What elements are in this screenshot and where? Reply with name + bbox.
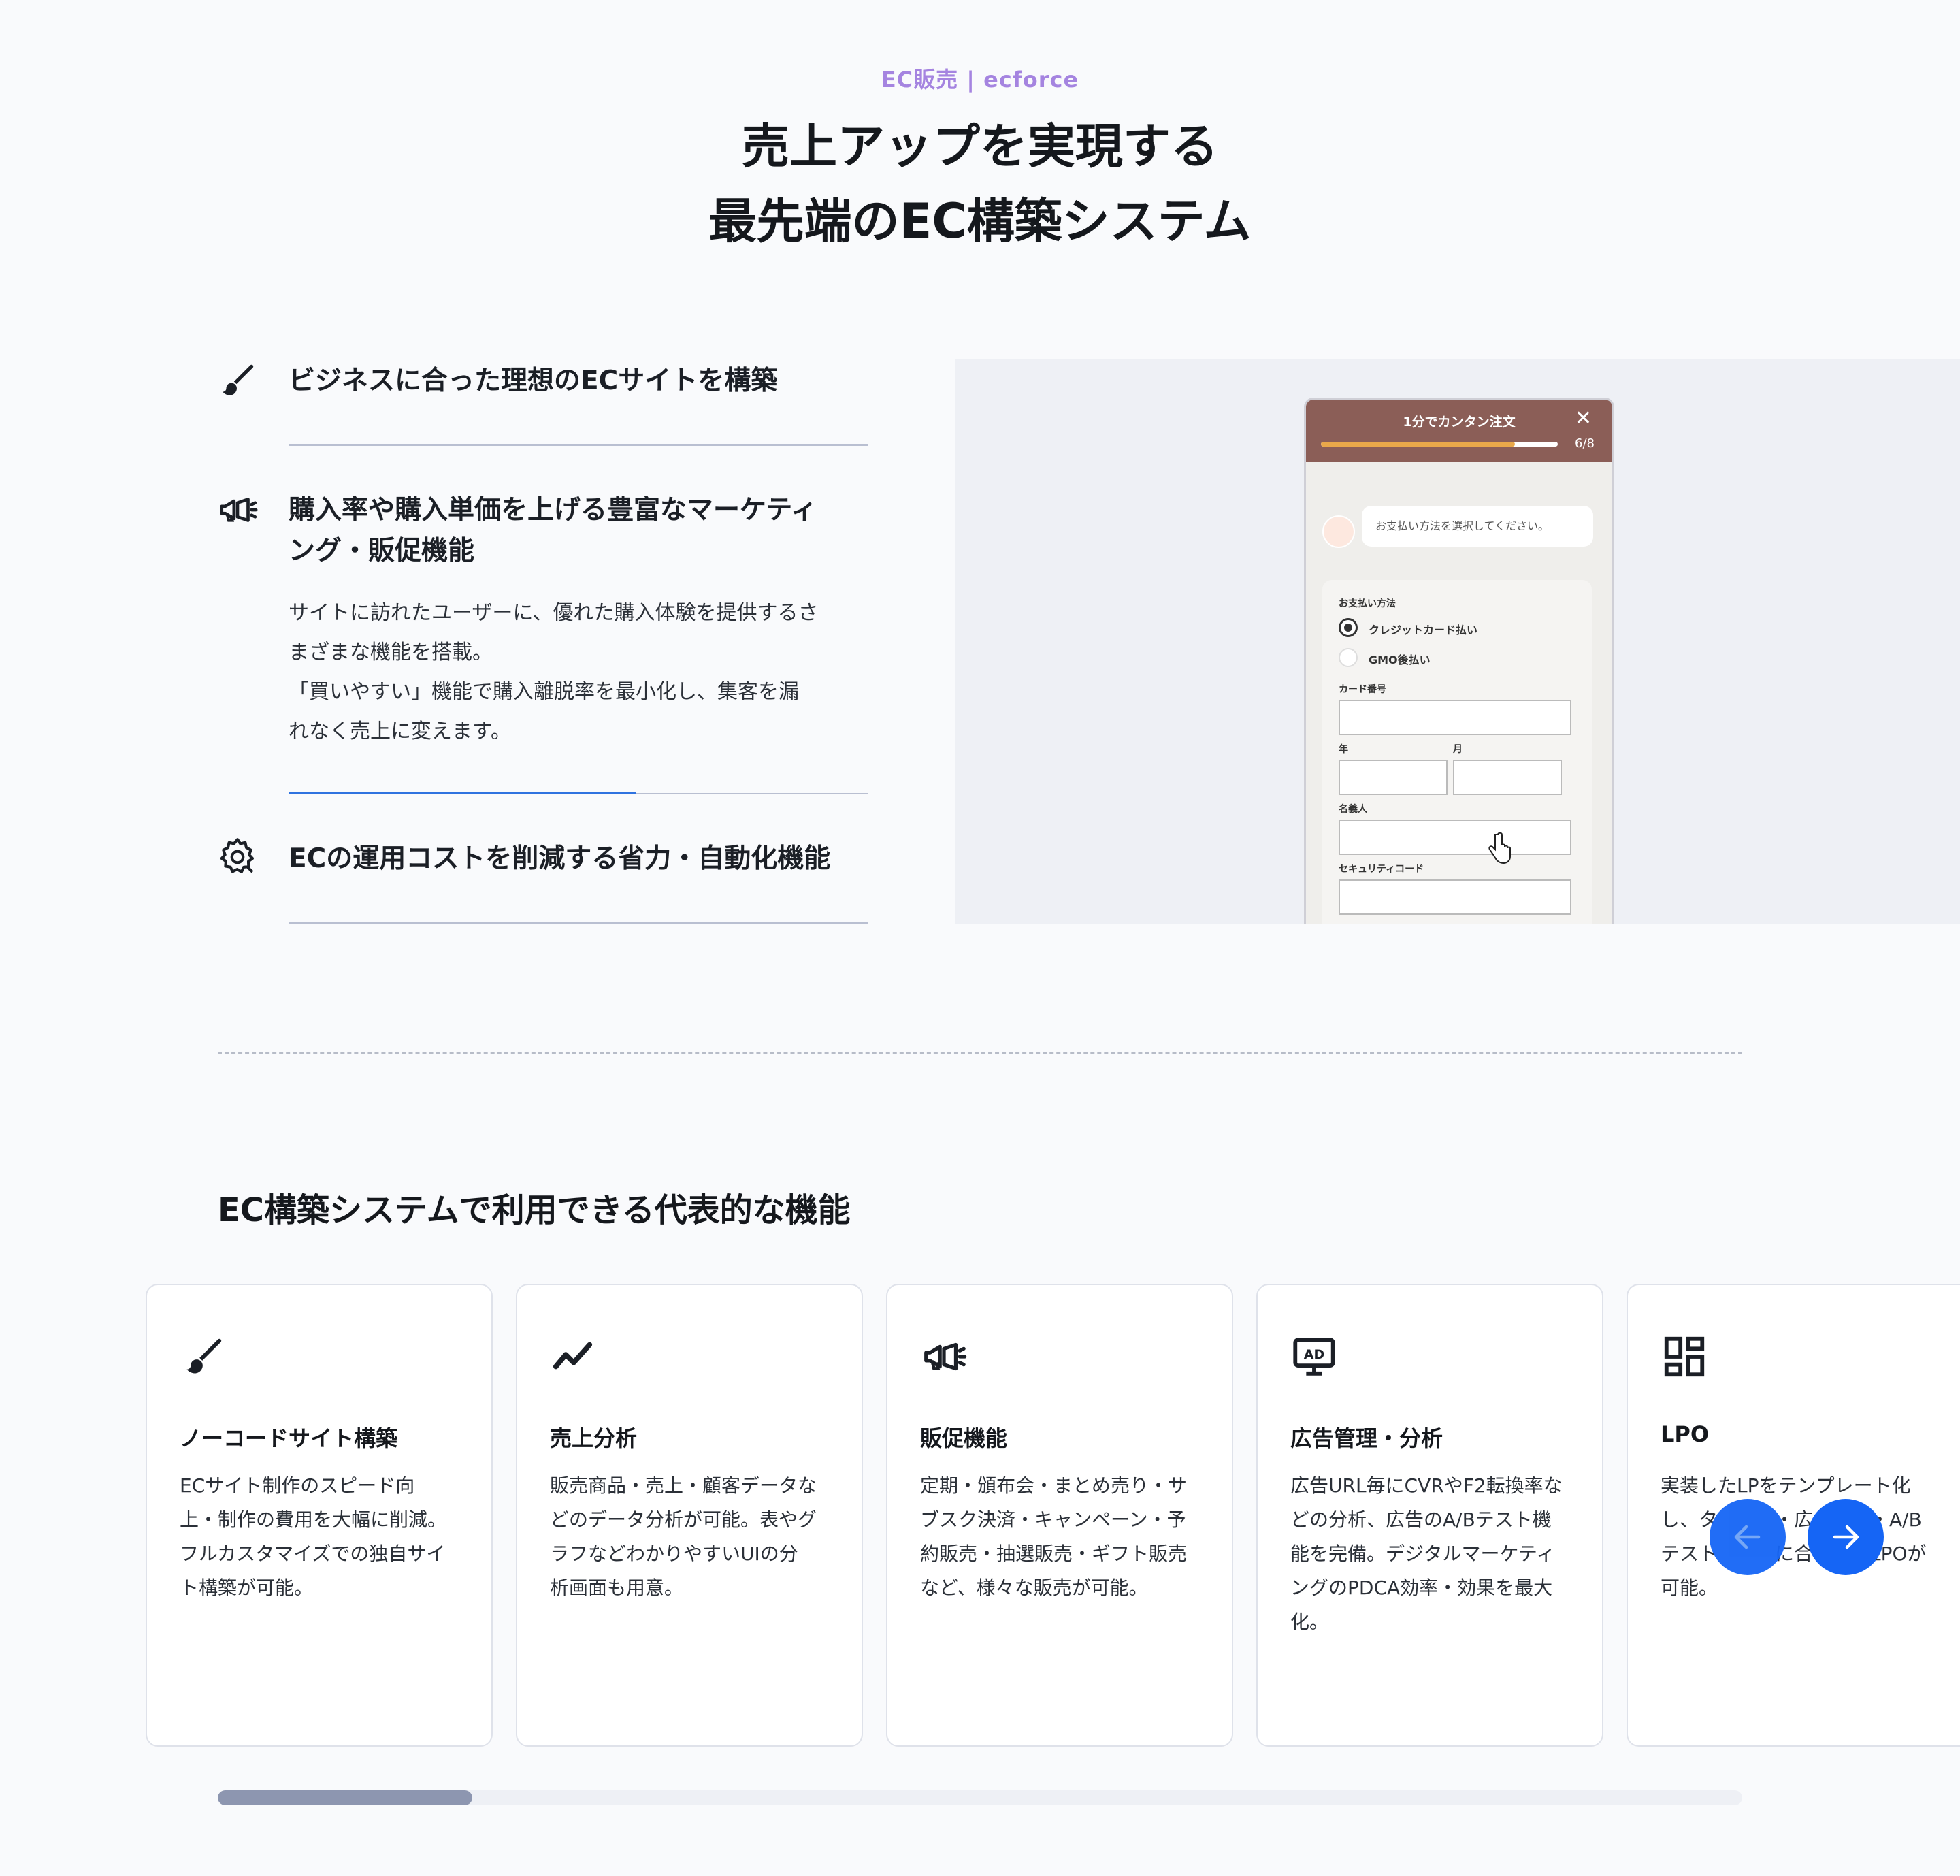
- card-description: 広告URL毎にCVRやF2転換率な どの分析、広告のA/Bテスト機 能を完備。デ…: [1290, 1469, 1576, 1639]
- svg-text:AD: AD: [1304, 1347, 1324, 1362]
- card-desc-line: テスト に合 LPOが: [1661, 1542, 1927, 1565]
- card-desc-line: 広告URL毎にCVRやF2転換率な: [1290, 1474, 1563, 1497]
- card-title: 販促機能: [920, 1425, 1008, 1451]
- carousel-prev-button[interactable]: [1710, 1499, 1786, 1575]
- card-desc-line: ラフなどわかりやすいUIの分: [550, 1542, 798, 1565]
- year-input[interactable]: [1339, 760, 1448, 795]
- card-desc-line: 化。: [1290, 1611, 1329, 1633]
- close-icon[interactable]: ✕: [1575, 406, 1592, 430]
- card-desc-line: 上・制作の費用を大幅に削減。: [180, 1508, 447, 1531]
- trend-chart-icon: [550, 1333, 598, 1380]
- arrow-left-icon: [1734, 1525, 1761, 1549]
- card-desc-line: 能を完備。デジタルマーケティ: [1290, 1542, 1556, 1565]
- layout-grid-icon: [1661, 1333, 1708, 1380]
- month-label: 月: [1453, 744, 1463, 755]
- card-desc-line: ブスク決済・キャンペーン・予: [920, 1508, 1186, 1531]
- accordion-item-ec-site[interactable]: ビジネスに合った理想のECサイトを構築: [289, 361, 777, 402]
- accordion-progress-bar: [289, 792, 636, 794]
- phone-mockup: 1分でカンタン注文 ✕ 6/8 お支払い方法を選択してください。 お支払い方法 …: [1304, 398, 1614, 924]
- form-header-title: 1分でカンタン注文: [1403, 415, 1516, 430]
- name-label: 名義人: [1339, 804, 1367, 815]
- card-desc-line: 販売商品・売上・顧客データな: [550, 1474, 817, 1497]
- page-title-line1: 売上アップを実現する: [742, 118, 1218, 174]
- paintbrush-icon: [216, 359, 259, 402]
- section-title: EC構築システムで利用できる代表的な機能: [218, 1191, 851, 1229]
- card-description: ECサイト制作のスピード向 上・制作の費用を大幅に削減。 フルカスタマイズでの独…: [180, 1469, 466, 1605]
- card-title: ノーコードサイト構築: [180, 1425, 398, 1451]
- megaphone-icon: [216, 489, 259, 531]
- accordion-body: サイトに訪れたユーザーに、優れた購入体験を提供するさ まざまな機能を搭載。 「買…: [289, 594, 874, 751]
- radio-gmo[interactable]: [1339, 648, 1358, 667]
- card-desc-line: 析画面も用意。: [550, 1576, 684, 1599]
- accordion-title-line1: 購入率や購入単価を上げる豊富なマーケティ: [289, 495, 817, 525]
- page-title: 売上アップを実現する 最先端のEC構築システム: [0, 109, 1960, 259]
- card-desc-line: 実装したLPをテンプレート化: [1661, 1474, 1911, 1497]
- section-separator: [218, 1052, 1742, 1054]
- card-desc-line: フルカスタマイズでの独自サイ: [180, 1542, 446, 1565]
- card-desc-line: ト構築が可能。: [180, 1576, 314, 1599]
- ad-monitor-icon: AD: [1290, 1333, 1338, 1380]
- accordion-body-line2: まざまな機能を搭載。: [289, 641, 493, 664]
- radio-credit-card[interactable]: [1339, 618, 1358, 637]
- section-eyebrow: EC販売 | ecforce: [881, 67, 1079, 93]
- accordion-body-line4: れなく売上に変えます。: [289, 719, 511, 743]
- month-input[interactable]: [1453, 760, 1562, 795]
- paintbrush-icon: [180, 1333, 227, 1380]
- feature-card-ad-management[interactable]: AD 広告管理・分析 広告URL毎にCVRやF2転換率な どの分析、広告のA/B…: [1256, 1284, 1603, 1747]
- card-desc-line: 定期・頒布会・まとめ売り・サ: [920, 1474, 1188, 1497]
- card-number-input[interactable]: [1339, 700, 1571, 735]
- name-input[interactable]: [1339, 820, 1571, 855]
- form-progress-track: [1321, 442, 1558, 447]
- carousel-scrollbar-thumb[interactable]: [218, 1790, 472, 1805]
- card-desc-line: など、様々な販売が可能。: [920, 1576, 1148, 1599]
- card-desc-line: 約販売・抽選販売・ギフト販売: [920, 1542, 1188, 1565]
- option-credit-card-label: クレジットカード払い: [1369, 624, 1478, 636]
- chat-bubble: お支払い方法を選択してください。: [1362, 506, 1593, 547]
- accordion-divider: [289, 922, 868, 924]
- security-code-label: セキュリティコード: [1339, 864, 1424, 875]
- card-desc-line: ECサイト制作のスピード向: [180, 1474, 415, 1497]
- payment-method-label: お支払い方法: [1339, 598, 1396, 609]
- card-title: LPO: [1661, 1421, 1710, 1447]
- card-desc-line: し、タ ・広 ・A/B: [1661, 1508, 1922, 1531]
- accordion-item-marketing[interactable]: 購入率や購入単価を上げる豊富なマーケティ ング・販促機能: [289, 490, 817, 572]
- accordion-divider: [289, 444, 868, 446]
- feature-card-sales-analysis[interactable]: 売上分析 販売商品・売上・顧客データな どのデータ分析が可能。表やグ ラフなどわ…: [516, 1284, 863, 1747]
- card-desc-line: ングのPDCA効率・効果を最大: [1290, 1576, 1553, 1599]
- carousel-next-button[interactable]: [1808, 1499, 1884, 1575]
- card-description: 販売商品・売上・顧客データな どのデータ分析が可能。表やグ ラフなどわかりやすい…: [550, 1469, 836, 1605]
- feature-card-nocode[interactable]: ノーコードサイト構築 ECサイト制作のスピード向 上・制作の費用を大幅に削減。 …: [146, 1284, 493, 1747]
- security-code-input[interactable]: [1339, 879, 1571, 915]
- card-title: 広告管理・分析: [1290, 1425, 1443, 1451]
- payment-form: お支払い方法 クレジットカード払い GMO後払い カード番号 年 月 名義人 セ…: [1322, 580, 1592, 924]
- form-header: 1分でカンタン注文 ✕ 6/8: [1306, 400, 1612, 462]
- pointer-cursor-icon: [1486, 832, 1513, 866]
- card-description: 定期・頒布会・まとめ売り・サ ブスク決済・キャンペーン・予 約販売・抽選販売・ギ…: [920, 1469, 1206, 1605]
- avatar: [1322, 515, 1355, 548]
- card-title: 売上分析: [550, 1425, 638, 1451]
- form-progress-fill: [1321, 442, 1515, 447]
- megaphone-icon: [920, 1333, 968, 1380]
- arrow-right-icon: [1833, 1525, 1859, 1549]
- option-gmo-label: GMO後払い: [1369, 653, 1431, 666]
- accordion-title-line2: ング・販促機能: [289, 536, 475, 566]
- gear-icon: [216, 836, 259, 878]
- accordion-body-line1: サイトに訪れたユーザーに、優れた購入体験を提供するさ: [289, 601, 819, 625]
- page-title-line2: 最先端のEC構築システム: [708, 193, 1252, 249]
- card-desc-line: どのデータ分析が可能。表やグ: [550, 1508, 817, 1531]
- feature-card-promotion[interactable]: 販促機能 定期・頒布会・まとめ売り・サ ブスク決済・キャンペーン・予 約販売・抽…: [886, 1284, 1233, 1747]
- feature-screenshot: 1分でカンタン注文 ✕ 6/8 お支払い方法を選択してください。 お支払い方法 …: [956, 359, 1960, 924]
- card-desc-line: 可能。: [1661, 1576, 1718, 1599]
- feature-card-lpo[interactable]: LPO 実装したLPをテンプレート化 し、タ ・広 ・A/B テスト に合 LP…: [1627, 1284, 1960, 1747]
- card-desc-line: どの分析、広告のA/Bテスト機: [1290, 1508, 1552, 1531]
- form-step-counter: 6/8: [1575, 436, 1595, 451]
- accordion-body-line3: 「買いやすい」機能で購入離脱率を最小化し、集客を漏: [289, 680, 799, 704]
- accordion-item-automation[interactable]: ECの運用コストを削減する省力・自動化機能: [289, 839, 830, 879]
- card-description: 実装したLPをテンプレート化 し、タ ・広 ・A/B テスト に合 LPOが 可…: [1661, 1469, 1933, 1605]
- card-number-label: カード番号: [1339, 684, 1386, 695]
- year-label: 年: [1339, 744, 1348, 755]
